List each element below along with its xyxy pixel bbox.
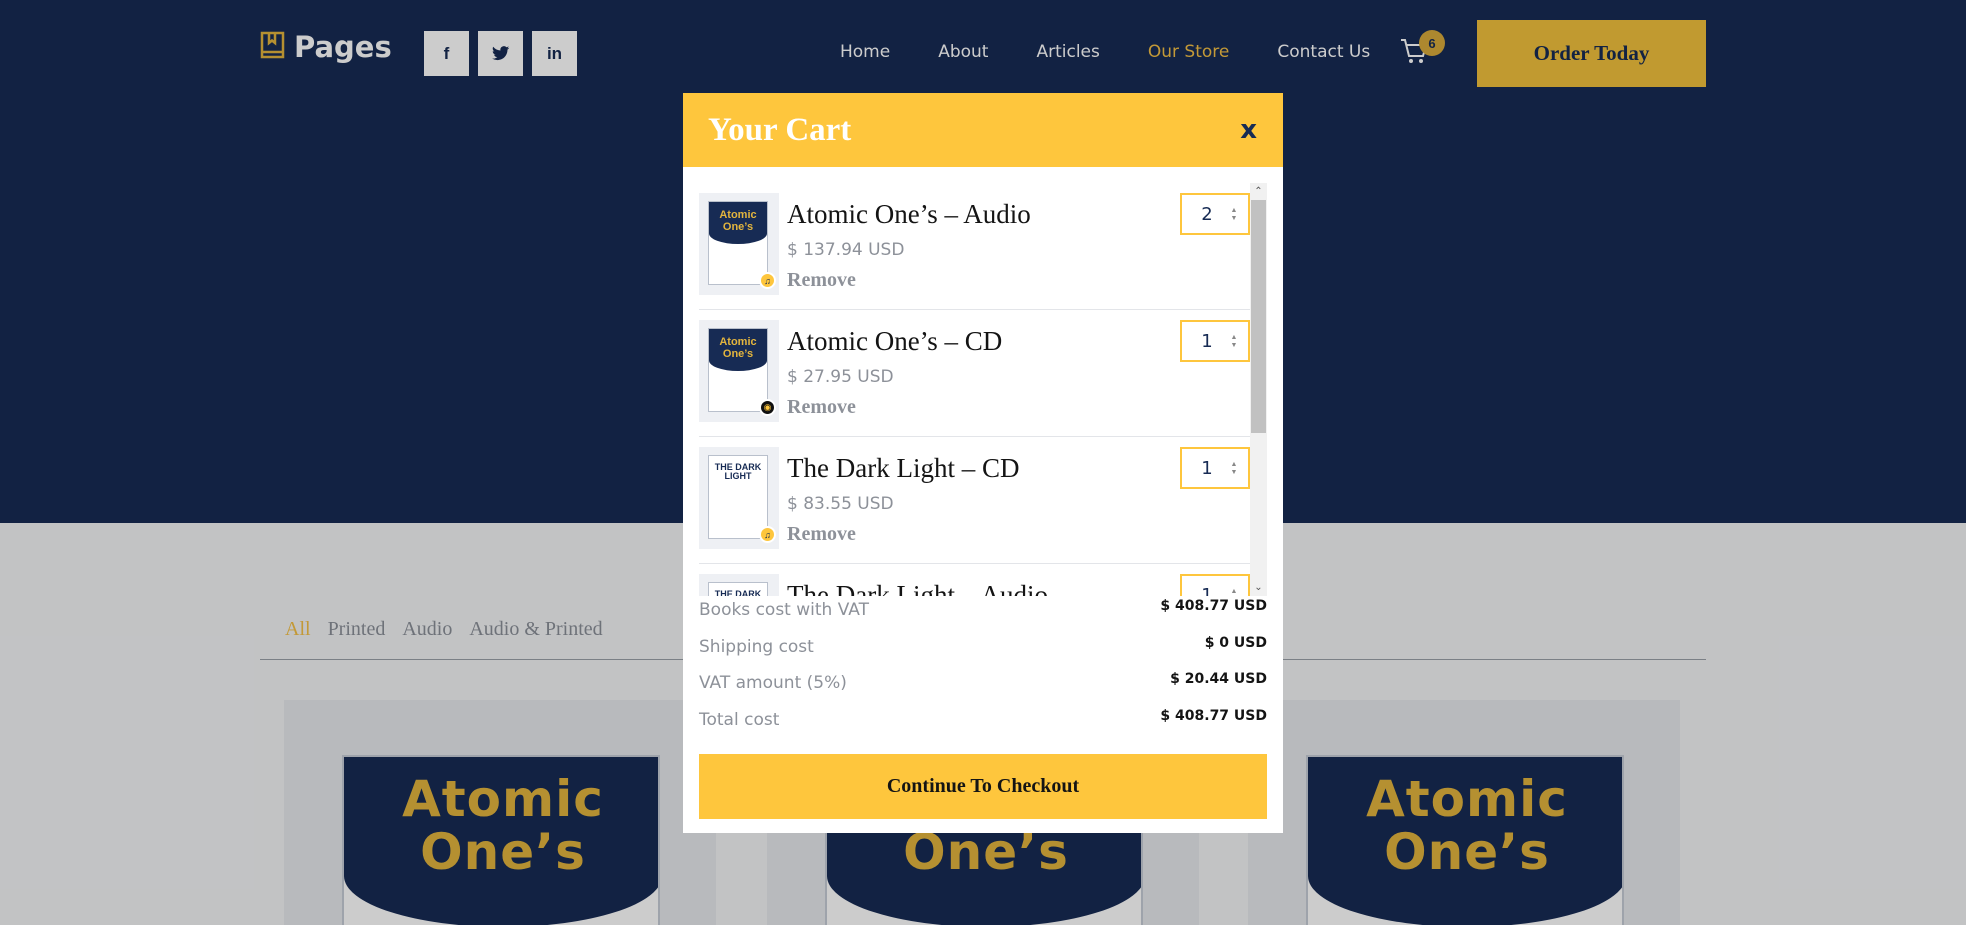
book-cover-title: Atomic One’s	[709, 202, 767, 244]
chevron-up-icon[interactable]: ⌃	[1250, 183, 1267, 200]
cart-item-name: The Dark Light – CD	[787, 453, 1020, 483]
cart-item-thumbnail: THE DARK LIGHT ♫	[699, 447, 779, 549]
spinner-icon[interactable]: ▲▼	[1228, 588, 1240, 596]
cart-summary: Books cost with VAT $ 408.77 USD Shippin…	[699, 596, 1267, 742]
cart-item: Atomic One’s ◉ Atomic One’s – CD $ 27.95…	[699, 310, 1250, 437]
close-icon[interactable]: x	[1240, 115, 1257, 145]
summary-row: Books cost with VAT $ 408.77 USD	[699, 596, 1267, 633]
summary-value: $ 20.44 USD	[1170, 671, 1267, 687]
summary-value: $ 0 USD	[1204, 634, 1267, 651]
cart-item-thumbnail: Atomic One’s ♫	[699, 193, 779, 295]
cart-item-price: $ 27.95 USD	[787, 367, 894, 387]
summary-row: VAT amount (5%) $ 20.44 USD	[699, 669, 1267, 706]
spinner-icon[interactable]: ▲▼	[1228, 207, 1240, 223]
quantity-stepper[interactable]: 2 ▲ ▼	[1180, 193, 1250, 235]
book-cover-title: THE DARK LIGHT	[709, 456, 767, 498]
headphones-icon: ♫	[759, 272, 776, 289]
summary-label: VAT amount (5%)	[699, 673, 847, 693]
remove-button[interactable]: Remove	[787, 269, 856, 292]
cd-icon: ◉	[759, 399, 776, 416]
cart-item: THE DARK LIGHT ♫ The Dark Light – CD $ 8…	[699, 437, 1250, 564]
cart-item: Atomic One’s ♫ Atomic One’s – Audio $ 13…	[699, 183, 1250, 310]
cart-item-thumbnail: THE DARK LIGHT	[699, 574, 779, 596]
quantity-value: 1	[1201, 331, 1213, 352]
summary-row: Total cost $ 408.77 USD	[699, 706, 1267, 743]
book-cover-title: THE DARK LIGHT	[709, 583, 767, 596]
summary-label: Shipping cost	[699, 636, 814, 657]
remove-button[interactable]: Remove	[787, 396, 856, 419]
cart-item-price: $ 137.94 USD	[787, 240, 905, 260]
summary-value: $ 408.77 USD	[1160, 598, 1267, 614]
cart-item-name: Atomic One’s – CD	[787, 326, 1003, 356]
quantity-value: 2	[1201, 204, 1213, 225]
cart-item-thumbnail: Atomic One’s ◉	[699, 320, 779, 422]
spinner-icon[interactable]: ▲▼	[1228, 334, 1240, 350]
quantity-value: 1	[1201, 585, 1213, 596]
summary-label: Total cost	[699, 709, 780, 730]
cart-modal-header: Your Cart x	[683, 93, 1283, 167]
book-cover-title: Atomic One’s	[709, 329, 767, 371]
cart-item-name: Atomic One’s – Audio	[787, 199, 1031, 229]
cart-title: Your Cart	[708, 111, 852, 148]
spinner-icon[interactable]: ▲▼	[1228, 461, 1240, 477]
cart-item: THE DARK LIGHT The Dark Light – Audio 1 …	[699, 564, 1250, 596]
quantity-stepper[interactable]: 1 ▲▼	[1180, 320, 1250, 362]
summary-value: $ 408.77 USD	[1160, 707, 1267, 724]
cart-item-price: $ 83.55 USD	[787, 494, 894, 514]
cart-modal: Your Cart x Atomic One’s ♫ Atomic One’s …	[683, 93, 1283, 833]
summary-row: Shipping cost $ 0 USD	[699, 633, 1267, 670]
cart-item-name: The Dark Light – Audio	[787, 580, 1048, 596]
summary-label: Books cost with VAT	[699, 600, 869, 620]
remove-button[interactable]: Remove	[787, 523, 856, 546]
chevron-down-icon[interactable]: ⌄	[1250, 579, 1267, 596]
continue-to-checkout-button[interactable]: Continue To Checkout	[699, 754, 1267, 819]
quantity-stepper[interactable]: 1 ▲▼	[1180, 574, 1250, 596]
scrollbar-thumb[interactable]	[1251, 200, 1266, 433]
headphones-icon: ♫	[759, 526, 776, 543]
quantity-value: 1	[1201, 458, 1213, 479]
quantity-stepper[interactable]: 1 ▲▼	[1180, 447, 1250, 489]
cart-scrollbar[interactable]: ⌃ ⌄	[1250, 183, 1267, 596]
cart-items-list[interactable]: Atomic One’s ♫ Atomic One’s – Audio $ 13…	[699, 183, 1250, 596]
